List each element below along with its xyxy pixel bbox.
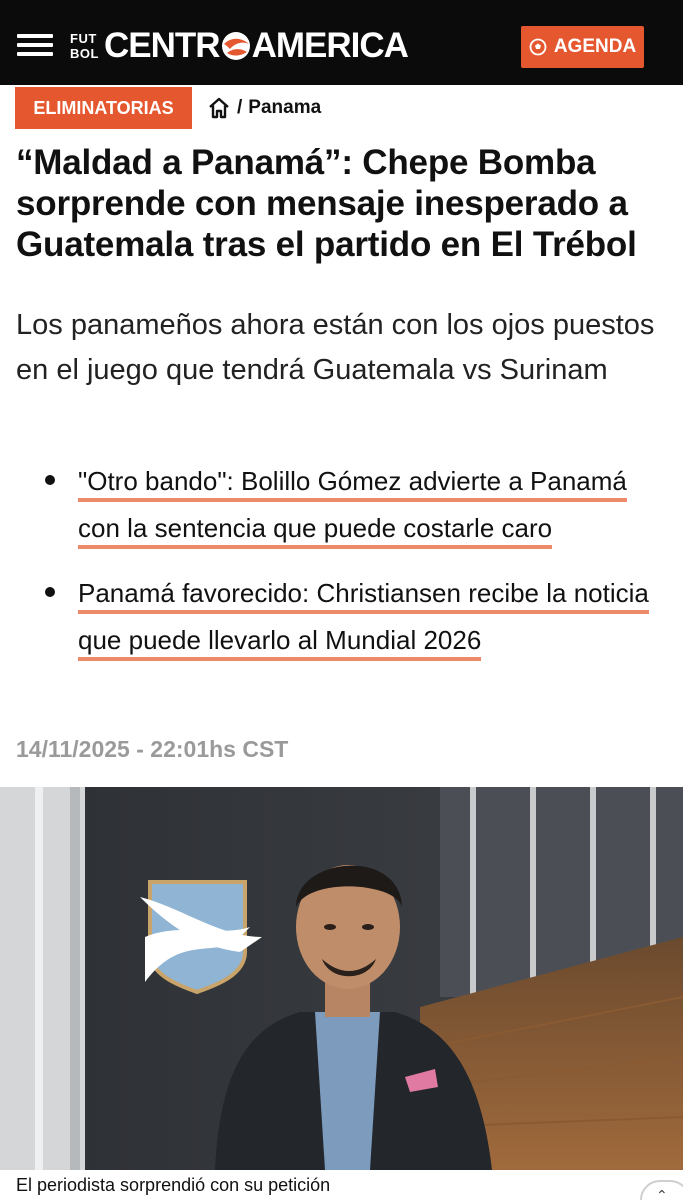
overlay-control-button[interactable]: ⌃ bbox=[640, 1180, 683, 1200]
home-icon[interactable] bbox=[207, 96, 231, 120]
image-caption: El periodista sorprendió con su petición bbox=[16, 1175, 331, 1195]
logo-futbol-mark: FUT BOL bbox=[70, 29, 100, 63]
logo-left-text: CENTR bbox=[104, 26, 221, 65]
breadcrumb-separator: / bbox=[237, 97, 243, 118]
article-subtitle: Los panameños ahora están con los ojos p… bbox=[16, 309, 655, 386]
site-logo[interactable]: FUT BOL CENTR AMERICA bbox=[70, 26, 409, 66]
soccer-ball-icon bbox=[529, 38, 547, 56]
logo-wordmark: CENTR AMERICA bbox=[104, 26, 409, 66]
list-item: "Otro bando": Bolillo Gómez advierte a P… bbox=[40, 458, 670, 552]
logo-small-top: FUT bbox=[70, 31, 97, 46]
related-article-link[interactable]: "Otro bando": Bolillo Gómez advierte a P… bbox=[78, 466, 627, 549]
breadcrumb-item-panama[interactable]: Panama bbox=[248, 97, 321, 119]
related-articles-list: "Otro bando": Bolillo Gómez advierte a P… bbox=[40, 458, 670, 682]
article-photo-illustration bbox=[0, 787, 683, 1170]
chevron-up-icon: ⌃ bbox=[656, 1187, 668, 1200]
bullet-dot bbox=[45, 587, 55, 597]
bullet-dot bbox=[45, 475, 55, 485]
category-tag[interactable]: ELIMINATORIAS bbox=[15, 87, 192, 129]
top-navigation-bar: FUT BOL CENTR AMERICA AGENDA bbox=[0, 0, 683, 85]
logo-small-bottom: BOL bbox=[70, 46, 99, 61]
hamburger-menu-icon[interactable] bbox=[17, 31, 55, 59]
publish-date: 14/11/2025 - 22:01hs CST bbox=[16, 736, 289, 762]
list-item: Panamá favorecido: Christiansen recibe l… bbox=[40, 570, 670, 664]
article-image bbox=[0, 787, 683, 1170]
agenda-label: AGENDA bbox=[553, 36, 637, 57]
logo-right-text: AMERICA bbox=[251, 26, 409, 65]
related-article-link[interactable]: Panamá favorecido: Christiansen recibe l… bbox=[78, 578, 649, 661]
breadcrumb: ELIMINATORIAS / Panama bbox=[15, 87, 321, 129]
agenda-button[interactable]: AGENDA bbox=[521, 26, 644, 68]
article-headline: “Maldad a Panamá”: Chepe Bomba sorprende… bbox=[16, 143, 637, 264]
logo-ball-icon bbox=[221, 32, 250, 60]
